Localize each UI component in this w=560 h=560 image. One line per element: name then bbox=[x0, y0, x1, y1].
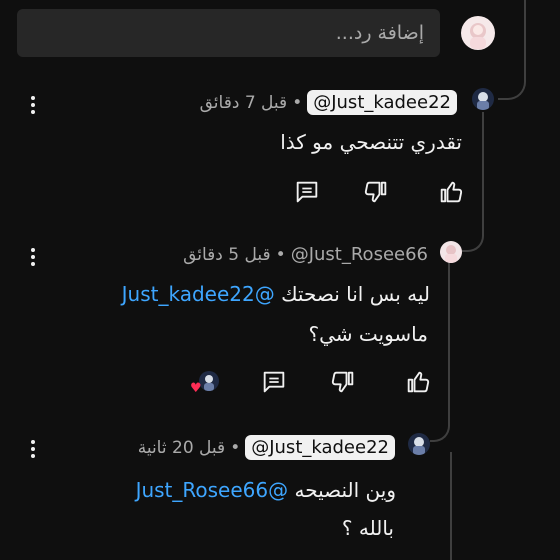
thread-line bbox=[498, 0, 526, 100]
comment-header: @Just_kadee22 • قبل 20 ثانية bbox=[138, 435, 395, 460]
reply-input[interactable] bbox=[17, 9, 440, 57]
comment-header: @Just_Rosee66 • قبل 5 دقائق bbox=[183, 244, 428, 265]
thread-line bbox=[450, 452, 452, 560]
more-vertical-icon[interactable] bbox=[28, 440, 38, 460]
more-vertical-icon[interactable] bbox=[28, 96, 38, 116]
comment-icon[interactable] bbox=[293, 178, 321, 206]
comment-text: تقدري تتنصحي مو كذا bbox=[280, 130, 462, 154]
thumb-up-icon[interactable] bbox=[404, 368, 432, 396]
mention-link[interactable]: @Just_Rosee66 bbox=[136, 478, 289, 502]
comment-text-body: وين النصيحه bbox=[288, 478, 396, 502]
comment-time: قبل 7 دقائق bbox=[199, 92, 288, 113]
avatar bbox=[440, 241, 462, 263]
separator-dot: • bbox=[275, 244, 286, 265]
comment-time: قبل 5 دقائق bbox=[183, 244, 271, 265]
comment-text: ليه بس انا نصحتك @Just_kadee22 bbox=[122, 282, 430, 306]
thumb-down-icon[interactable] bbox=[329, 368, 357, 396]
comment-text: وين النصيحه @Just_Rosee66 bbox=[136, 478, 396, 502]
separator-dot: • bbox=[230, 437, 241, 458]
comment-author[interactable]: @Just_kadee22 bbox=[245, 435, 395, 460]
avatar bbox=[408, 433, 430, 455]
thumb-down-icon[interactable] bbox=[362, 178, 390, 206]
comment-header: @Just_kadee22 • قبل 7 دقائق bbox=[200, 90, 457, 115]
avatar bbox=[461, 16, 495, 50]
avatar bbox=[199, 371, 219, 391]
thread-line bbox=[462, 112, 484, 252]
comment-author[interactable]: @Just_Rosee66 bbox=[291, 244, 428, 265]
reply-input-box[interactable] bbox=[17, 9, 440, 57]
comment-text-body: ليه بس انا نصحتك bbox=[274, 282, 430, 306]
comment-text: بالله ؟ bbox=[341, 516, 394, 540]
more-vertical-icon[interactable] bbox=[28, 248, 38, 268]
comment-time: قبل 20 ثانية bbox=[137, 437, 226, 458]
comment-text: ماسويت شي؟ bbox=[308, 322, 428, 346]
heart-icon: ♥ bbox=[190, 381, 202, 396]
comment-icon[interactable] bbox=[260, 368, 288, 396]
thumb-up-icon[interactable] bbox=[437, 178, 465, 206]
thread-line bbox=[430, 262, 450, 442]
separator-dot: • bbox=[292, 92, 303, 113]
mention-link[interactable]: @Just_kadee22 bbox=[122, 282, 275, 306]
avatar bbox=[472, 88, 494, 110]
comment-author[interactable]: @Just_kadee22 bbox=[307, 90, 457, 115]
